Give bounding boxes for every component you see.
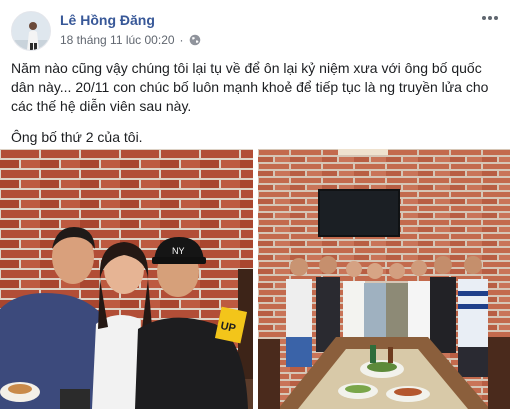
globe-icon[interactable] (189, 34, 201, 46)
more-options-button[interactable] (478, 8, 502, 28)
post-photo-left[interactable]: NY UP (0, 149, 253, 409)
post-timestamp[interactable]: 18 tháng 11 lúc 00:20 (60, 33, 175, 47)
meta-separator: · (179, 33, 184, 47)
author-avatar[interactable] (11, 11, 51, 51)
post-paragraph: Năm nào cũng vậy chúng tôi lại tụ về để … (11, 60, 489, 114)
post-meta: 18 tháng 11 lúc 00:20 · (60, 33, 201, 47)
post-photo-right[interactable] (258, 149, 510, 409)
more-dot (494, 16, 498, 20)
post-paragraph: Ông bố thứ 2 của tôi. (11, 129, 143, 145)
more-dots-icon (482, 16, 486, 20)
more-dot (488, 16, 492, 20)
facebook-post: Lê Hồng Đăng 18 tháng 11 lúc 00:20 · Năm… (0, 0, 510, 409)
post-text: Năm nào cũng vậy chúng tôi lại tụ về để … (11, 59, 501, 159)
author-name-link[interactable]: Lê Hồng Đăng (60, 12, 155, 28)
cap-logo-text: NY (172, 246, 185, 256)
